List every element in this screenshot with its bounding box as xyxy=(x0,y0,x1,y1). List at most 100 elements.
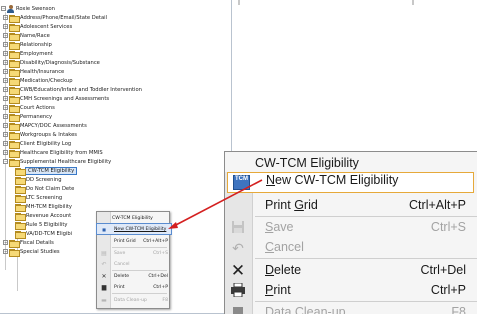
tree-item[interactable]: + MAPCY/DOC Assessments xyxy=(3,121,87,131)
expand-icon[interactable]: + xyxy=(3,123,8,128)
collapse-icon[interactable]: − xyxy=(3,159,8,164)
menu-item-print-grid[interactable]: Print Grid Ctrl+Alt+P xyxy=(97,236,171,246)
printer-icon: ▆ xyxy=(101,283,107,291)
expand-icon[interactable]: + xyxy=(3,69,8,74)
collapse-icon[interactable]: − xyxy=(1,6,6,11)
tree-item-label: Permanency xyxy=(20,113,53,120)
menu-item-clean[interactable]: ▬ Data Clean-up F8 xyxy=(97,295,171,305)
new-icon-text: TCM xyxy=(235,176,248,182)
expand-icon[interactable]: + xyxy=(3,60,8,65)
menu-item-save[interactable]: Save Ctrl+S xyxy=(225,218,477,238)
tree-item-label: MH-TCM Eligibility xyxy=(26,203,72,210)
menu-item-delete[interactable]: ✕ Delete Ctrl+Del xyxy=(97,271,171,281)
label-part: rint xyxy=(273,283,291,297)
expand-icon[interactable]: + xyxy=(3,24,8,29)
menu-item-label: Data Clean-up xyxy=(114,297,147,303)
expand-icon[interactable]: + xyxy=(3,150,8,155)
label-part: Print xyxy=(265,198,295,212)
menu-item-cancel[interactable]: ↶ Cancel xyxy=(97,259,171,269)
tree-child-item[interactable]: Do Not Claim Dete xyxy=(15,184,74,194)
tree-item[interactable]: + CMH Screenings and Assessments xyxy=(3,94,109,104)
tree-child-item[interactable]: VA/DD-TCM Eligibi xyxy=(15,229,72,239)
new-record-icon: TCM xyxy=(233,175,250,190)
expand-icon[interactable]: + xyxy=(3,15,8,20)
folder-icon xyxy=(15,167,26,176)
menu-header-label: CW-TCM Eligibility xyxy=(255,156,359,170)
menu-item-delete[interactable]: ✕ Delete Ctrl+Del xyxy=(225,261,477,281)
tree-item[interactable]: + Fiscal Details xyxy=(3,238,54,248)
menu-item-shortcut: F8 xyxy=(162,297,168,303)
tree-item[interactable]: + Special Studies xyxy=(3,247,60,257)
tree-child-item[interactable]: Revenue Account xyxy=(15,211,71,221)
edge-tick xyxy=(238,0,240,5)
tree-item-label: Name/Race xyxy=(20,32,50,39)
tree-item[interactable]: + CWB/Education/Infant and Toddler Interv… xyxy=(3,85,142,95)
menu-item-label: New CW-TCM Eligibility xyxy=(114,226,167,232)
floppy-disk-icon xyxy=(229,220,247,236)
menu-item-new[interactable]: TCM New CW-TCM Eligibility xyxy=(227,172,474,193)
folder-icon xyxy=(9,14,20,23)
tree-item-label: Relationship xyxy=(20,41,52,48)
tree-item-label: Supplemental Healthcare Eligibility xyxy=(20,158,112,165)
menu-item-label: New CW-TCM Eligibility xyxy=(266,173,398,187)
label-part: Clean-up xyxy=(291,305,346,314)
tree-child-item[interactable]: DD Screening xyxy=(15,175,62,185)
expand-icon[interactable]: + xyxy=(3,249,8,254)
folder-icon xyxy=(9,86,20,95)
expand-icon[interactable]: + xyxy=(3,240,8,245)
context-menu-zoomed: CW-TCM Eligibility TCM New CW-TCM Eligib… xyxy=(224,151,477,314)
label-part: rid xyxy=(303,198,318,212)
menu-item-print-grid[interactable]: Print Grid Ctrl+Alt+P xyxy=(225,196,477,216)
tree-item[interactable]: − Supplemental Healthcare Eligibility xyxy=(3,157,112,167)
floppy-disk-icon: ▤ xyxy=(101,249,107,257)
menu-item-print[interactable]: ▆ Print Ctrl+P xyxy=(97,282,171,292)
eraser-icon xyxy=(229,305,247,314)
tree-child-item[interactable]: LTC Screening xyxy=(15,193,62,203)
expand-icon[interactable]: + xyxy=(3,114,8,119)
tree-child-item[interactable]: Rule 5 Eligibility xyxy=(15,220,68,230)
tree-item[interactable]: + Employment xyxy=(3,49,53,59)
x-icon: ✕ xyxy=(230,261,246,280)
folder-icon xyxy=(15,176,26,185)
folder-icon xyxy=(15,212,26,221)
expand-icon[interactable]: + xyxy=(3,105,8,110)
tree-item-label: Fiscal Details xyxy=(20,239,54,246)
expand-icon[interactable]: + xyxy=(3,42,8,47)
menu-item-cancel[interactable]: ↶ Cancel xyxy=(225,238,477,258)
tree-child-item-selected[interactable]: CW-TCM Eligibility xyxy=(15,166,78,176)
expand-icon[interactable]: + xyxy=(3,132,8,137)
tree-item[interactable]: + Relationship xyxy=(3,40,52,50)
tree-item-label: Medication/Checkup xyxy=(20,77,73,84)
tree-item[interactable]: + Health/Insurance xyxy=(3,67,64,77)
tree-item[interactable]: + Address/Phone/Email/State Detail xyxy=(3,13,107,23)
expand-icon[interactable]: + xyxy=(3,87,8,92)
menu-separator xyxy=(255,258,477,259)
expand-icon[interactable]: + xyxy=(3,51,8,56)
expand-icon[interactable]: + xyxy=(3,78,8,83)
tree-item[interactable]: + Disability/Diagnosis/Substance xyxy=(3,58,100,68)
tree-item[interactable]: + Permanency xyxy=(3,112,53,122)
tree-item[interactable]: + Adolescent Services xyxy=(3,22,72,32)
tree-item-label: Special Studies xyxy=(20,248,60,255)
tree-item[interactable]: + Medication/Checkup xyxy=(3,76,73,86)
tree-root[interactable]: − Roxie Swenson xyxy=(1,4,55,13)
menu-item-clean[interactable]: Data Clean-up F8 xyxy=(225,303,477,314)
folder-icon xyxy=(15,194,26,203)
label-part: Dat xyxy=(265,305,285,314)
undo-icon: ↶ xyxy=(101,260,107,268)
expand-icon[interactable]: + xyxy=(3,96,8,101)
accelerator-key: D xyxy=(265,263,275,277)
tree-item[interactable]: + Client Eligibility Log xyxy=(3,139,71,149)
expand-icon[interactable]: + xyxy=(3,33,8,38)
menu-item-shortcut: F8 xyxy=(451,305,466,314)
tree-item[interactable]: + Healthcare Eligibility from MMIS xyxy=(3,148,103,158)
menu-item-label: Cancel xyxy=(114,261,130,267)
tree-child-item[interactable]: MH-TCM Eligibility xyxy=(15,202,72,212)
expand-icon[interactable]: + xyxy=(3,141,8,146)
tree-item[interactable]: + Workgroups & Intakes xyxy=(3,130,77,140)
menu-item-print[interactable]: Print Ctrl+P xyxy=(225,281,477,301)
tree-item[interactable]: + Name/Race xyxy=(3,31,50,41)
tree-item[interactable]: + Court Actions xyxy=(3,103,55,113)
menu-item-save[interactable]: ▤ Save Ctrl+S xyxy=(97,248,171,258)
menu-item-new[interactable]: ■ New CW-TCM Eligibility xyxy=(96,223,172,235)
